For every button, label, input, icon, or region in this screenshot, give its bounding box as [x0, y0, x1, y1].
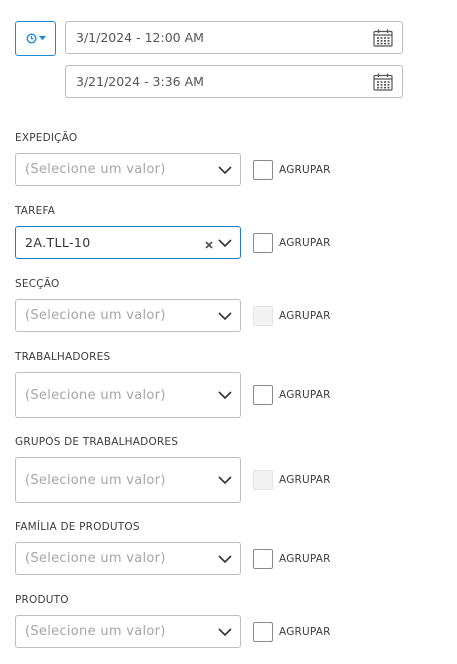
- chevron-down-icon[interactable]: [218, 390, 232, 400]
- chevron-down-icon[interactable]: [218, 554, 232, 564]
- calendar-icon[interactable]: [373, 73, 393, 91]
- start-date-value: 3/1/2024 - 12:00 AM: [76, 30, 204, 45]
- seccao-group-label: AGRUPAR: [279, 310, 331, 322]
- grupos-trabalhadores-select[interactable]: (Selecione um valor): [15, 457, 241, 503]
- expedicao-group-checkbox[interactable]: [253, 160, 273, 180]
- calendar-icon[interactable]: [373, 29, 393, 47]
- trabalhadores-select[interactable]: (Selecione um valor): [15, 372, 241, 418]
- chevron-down-icon[interactable]: [218, 627, 232, 637]
- start-date-input[interactable]: 3/1/2024 - 12:00 AM: [65, 21, 403, 54]
- tarefa-value: 2A.TLL-10: [25, 235, 91, 250]
- seccao-group-checkbox: [253, 306, 273, 326]
- trabalhadores-placeholder: (Selecione um valor): [25, 387, 166, 403]
- expedicao-placeholder: (Selecione um valor): [25, 162, 166, 177]
- seccao-label: SECÇÃO: [15, 278, 60, 290]
- produto-group-label: AGRUPAR: [279, 626, 331, 638]
- familia-produtos-group-label: AGRUPAR: [279, 553, 331, 565]
- produto-placeholder: (Selecione um valor): [25, 624, 166, 639]
- familia-produtos-label: FAMÍLIA DE PRODUTOS: [15, 521, 140, 533]
- seccao-placeholder: (Selecione um valor): [25, 308, 166, 323]
- chevron-down-icon[interactable]: [218, 311, 232, 321]
- expedicao-select[interactable]: (Selecione um valor): [15, 153, 241, 186]
- familia-produtos-group-checkbox[interactable]: [253, 549, 273, 569]
- tarefa-group-label: AGRUPAR: [279, 237, 331, 249]
- produto-label: PRODUTO: [15, 594, 69, 606]
- tarefa-select[interactable]: 2A.TLL-10: [15, 226, 241, 259]
- tarefa-group-checkbox[interactable]: [253, 233, 273, 253]
- chevron-down-icon[interactable]: [218, 475, 232, 485]
- end-date-input[interactable]: 3/21/2024 - 3:36 AM: [65, 65, 403, 98]
- produto-select[interactable]: (Selecione um valor): [15, 615, 241, 648]
- clock-icon: [25, 33, 37, 44]
- time-mode-dropdown-button[interactable]: [15, 21, 56, 56]
- familia-produtos-select[interactable]: (Selecione um valor): [15, 542, 241, 575]
- grupos-trabalhadores-group-checkbox: [253, 470, 273, 490]
- seccao-select[interactable]: (Selecione um valor): [15, 299, 241, 332]
- tarefa-label: TAREFA: [15, 205, 56, 217]
- trabalhadores-label: TRABALHADORES: [15, 351, 111, 363]
- produto-group-checkbox[interactable]: [253, 622, 273, 642]
- expedicao-group-label: AGRUPAR: [279, 164, 331, 176]
- grupos-trabalhadores-group-label: AGRUPAR: [279, 474, 331, 486]
- chevron-down-icon[interactable]: [218, 165, 232, 175]
- expedicao-label: EXPEDIÇÃO: [15, 132, 78, 144]
- chevron-down-icon[interactable]: [218, 238, 232, 248]
- caret-down-icon: [38, 36, 46, 41]
- end-date-value: 3/21/2024 - 3:36 AM: [76, 74, 204, 89]
- trabalhadores-group-checkbox[interactable]: [253, 385, 273, 405]
- familia-produtos-placeholder: (Selecione um valor): [25, 551, 166, 566]
- trabalhadores-group-label: AGRUPAR: [279, 389, 331, 401]
- grupos-trabalhadores-placeholder: (Selecione um valor): [25, 472, 166, 488]
- grupos-trabalhadores-label: GRUPOS DE TRABALHADORES: [15, 436, 179, 448]
- clear-icon[interactable]: [205, 240, 213, 249]
